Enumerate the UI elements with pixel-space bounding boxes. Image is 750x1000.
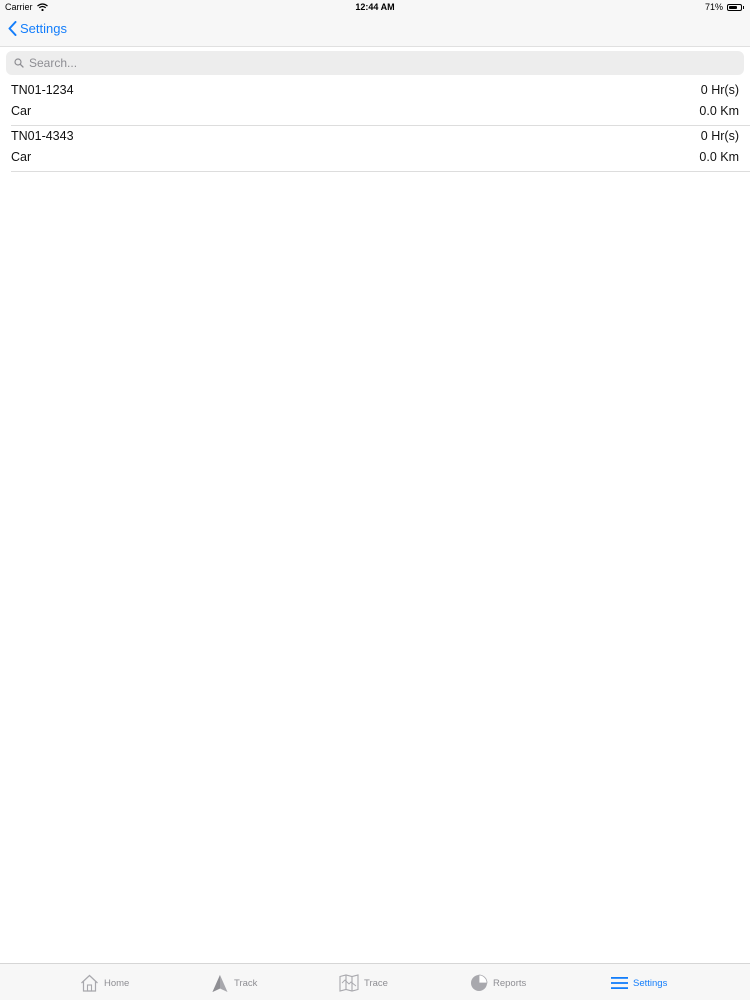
tab-trace[interactable]: Trace [339, 972, 388, 994]
battery-percent: 71% [704, 2, 723, 12]
status-bar: Carrier 12:44 AM 71% [0, 0, 750, 16]
tab-label: Reports [493, 977, 527, 989]
app-screen: Carrier 12:44 AM 71% Settings Search... … [0, 0, 750, 1000]
list-item-top-row: TN01-1234 0 Hr(s) [11, 83, 739, 97]
search-icon [14, 58, 24, 68]
vehicle-plate: TN01-1234 [11, 83, 74, 97]
tab-label: Track [234, 977, 258, 989]
tab-label: Trace [364, 977, 388, 989]
search-bar [0, 48, 750, 78]
tab-reports[interactable]: Reports [470, 972, 526, 994]
map-icon [339, 974, 359, 992]
vehicle-type: Car [11, 104, 32, 118]
tab-label: Settings [633, 977, 668, 989]
vehicle-list: TN01-1234 0 Hr(s) Car 0.0 Km TN01-4343 0… [0, 80, 750, 172]
back-button[interactable]: Settings [8, 21, 67, 36]
tab-label: Home [104, 977, 130, 989]
tab-home[interactable]: Home [80, 972, 129, 994]
status-right: 71% [704, 2, 744, 12]
battery-fill [729, 5, 737, 9]
navigation-bar: Settings [0, 16, 750, 47]
list-item[interactable]: TN01-1234 0 Hr(s) Car 0.0 Km [11, 80, 750, 126]
list-item-bottom-row: Car 0.0 Km [11, 104, 739, 118]
list-item-top-row: TN01-4343 0 Hr(s) [11, 129, 739, 143]
list-item-bottom-row: Car 0.0 Km [11, 150, 739, 164]
vehicle-distance: 0.0 Km [699, 104, 739, 118]
vehicle-distance: 0.0 Km [699, 150, 739, 164]
status-time: 12:44 AM [355, 2, 395, 12]
vehicle-plate: TN01-4343 [11, 129, 74, 143]
tab-bar: Home Track Trace Reports Settings [0, 963, 750, 1000]
menu-lines-icon [611, 977, 628, 989]
tab-track[interactable]: Track [211, 972, 257, 994]
search-box[interactable] [6, 51, 744, 75]
vehicle-duration: 0 Hr(s) [700, 129, 739, 143]
back-button-label: Settings [20, 21, 67, 36]
home-icon [81, 974, 98, 992]
pie-chart-icon [471, 974, 488, 991]
search-input[interactable] [29, 56, 719, 70]
navigation-arrow-icon [212, 974, 228, 992]
list-item[interactable]: TN01-4343 0 Hr(s) Car 0.0 Km [11, 126, 750, 172]
vehicle-duration: 0 Hr(s) [700, 83, 739, 97]
vehicle-type: Car [11, 150, 32, 164]
battery-icon [727, 3, 744, 11]
chevron-left-icon [8, 21, 17, 36]
tab-settings[interactable]: Settings [611, 972, 667, 994]
